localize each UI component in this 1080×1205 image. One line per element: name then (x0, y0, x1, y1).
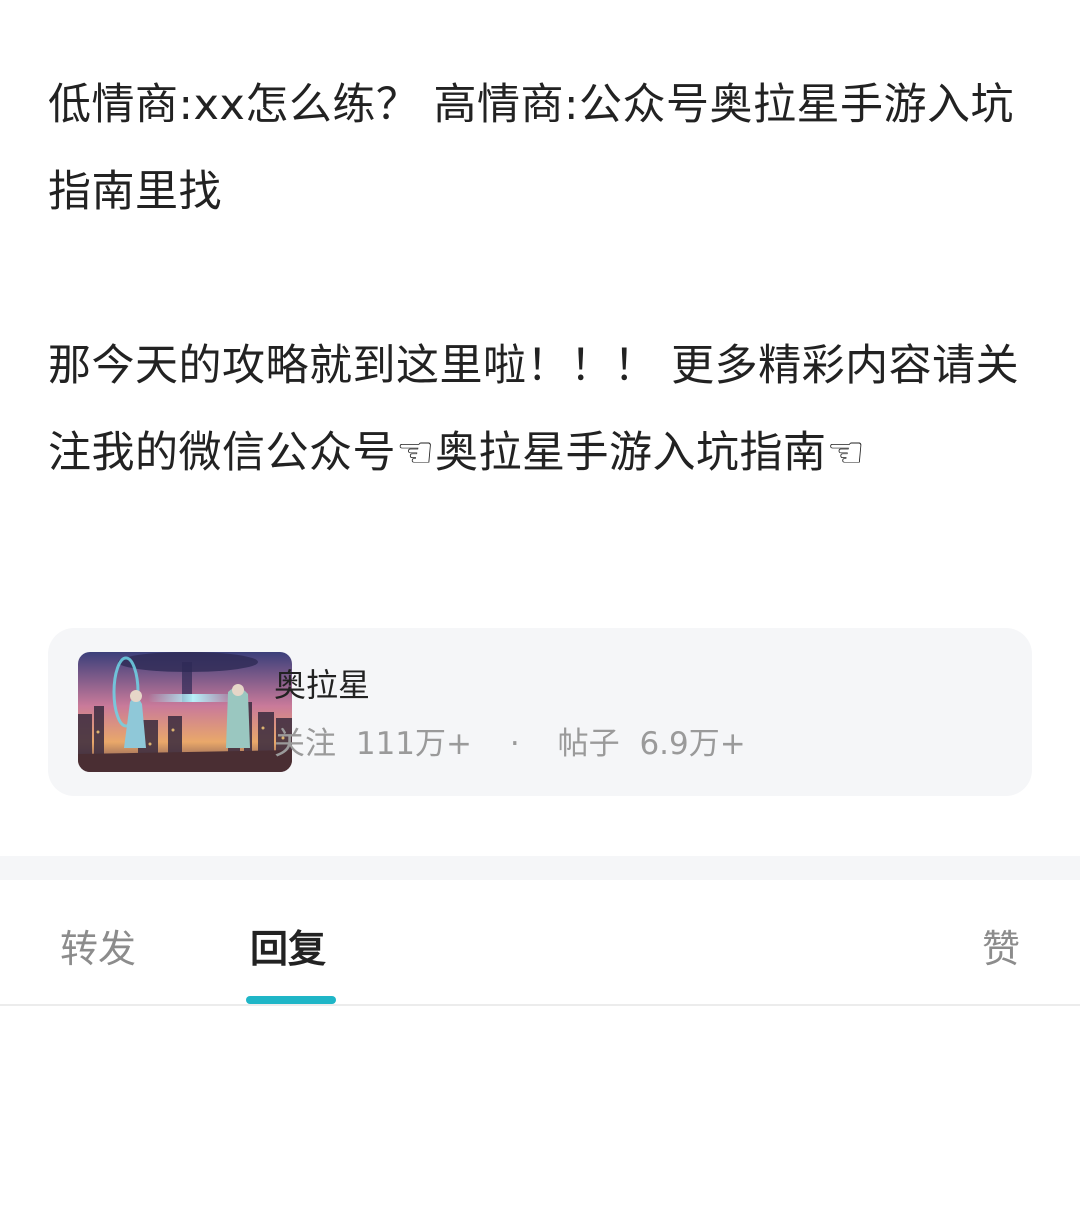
game-banner-image (78, 652, 292, 772)
followers-count: 111万+ (355, 726, 473, 762)
post-paragraph: 那今天的攻略就到这里啦！！！ 更多精彩内容请关注我的微信公众号☜奥拉星手游入坑指… (48, 341, 1020, 478)
interaction-tabs: 转发 回复 赞 (0, 880, 1080, 1006)
circle-card[interactable] (48, 628, 1032, 796)
circle-thumbnail (78, 652, 292, 772)
section-divider (0, 856, 1080, 880)
followers-label: 关注 (274, 726, 336, 762)
circle-name: 奥拉星 (274, 666, 371, 704)
stats-separator: · (509, 726, 520, 762)
tab-reply[interactable]: 回复 (250, 918, 326, 973)
tab-forward[interactable]: 转发 (60, 918, 136, 973)
circle-stats: 关注 111万+ · 帖子 6.9万+ (274, 718, 746, 763)
post-paragraph: 低情商:xx怎么练？ 高情商:公众号奥拉星手游入坑指南里找 (48, 80, 1015, 217)
post-content: 低情商:xx怎么练？ 高情商:公众号奥拉星手游入坑指南里找 那今天的攻略就到这里… (48, 62, 1028, 497)
posts-label: 帖子 (557, 726, 620, 762)
posts-count: 6.9万+ (639, 726, 746, 762)
tab-like[interactable]: 赞 (982, 918, 1020, 973)
active-tab-indicator (246, 996, 336, 1004)
